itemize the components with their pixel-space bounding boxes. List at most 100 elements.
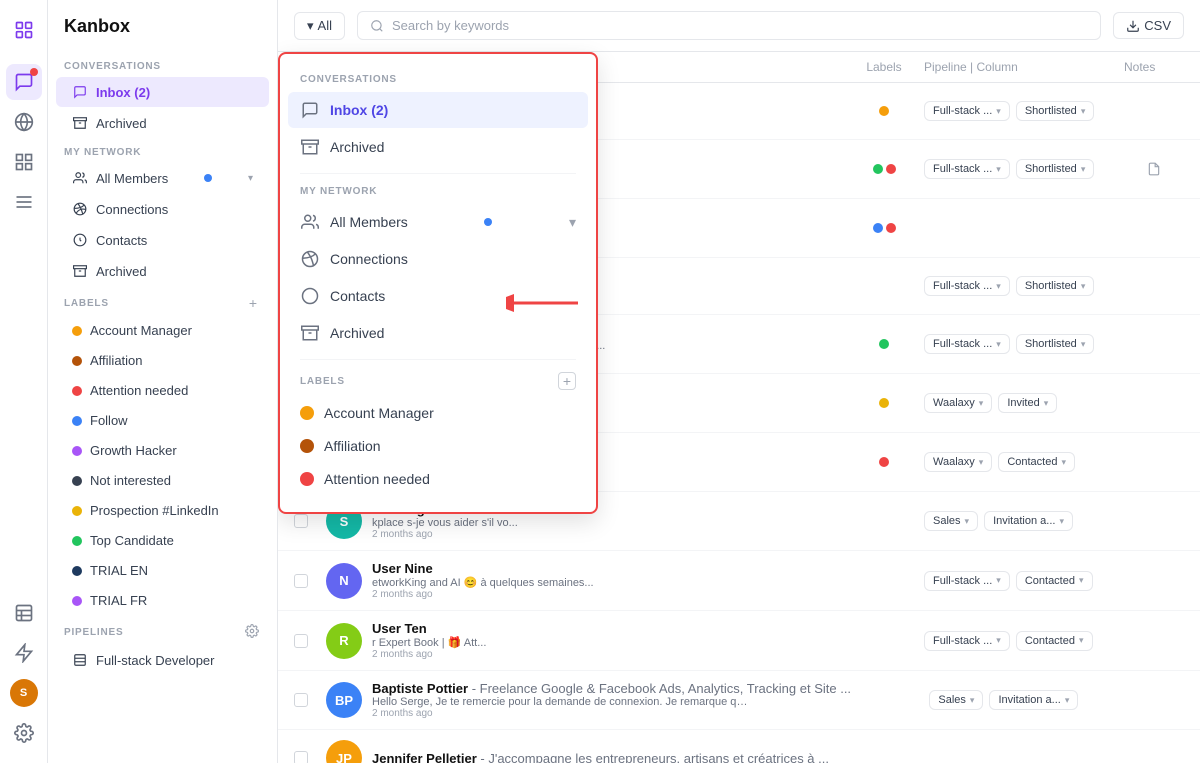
row-label-dot	[879, 398, 889, 408]
zap-icon-btn[interactable]	[6, 635, 42, 671]
pipelines-settings-icon[interactable]	[245, 624, 261, 640]
label-dot	[72, 326, 82, 336]
person-time: 2 months ago	[372, 589, 594, 600]
sidebar-label-item[interactable]: Growth Hacker	[56, 436, 269, 465]
table-icon-btn[interactable]	[6, 595, 42, 631]
person-name: User Ten	[372, 621, 486, 636]
status-arrow-icon: ▾	[1081, 106, 1086, 117]
messages-icon-btn[interactable]	[6, 64, 42, 100]
list-icon-btn[interactable]	[6, 184, 42, 220]
dd-label-item[interactable]: Attention needed	[288, 463, 588, 495]
row-checkbox[interactable]	[294, 634, 308, 648]
row-label-dot	[873, 164, 883, 174]
pipeline-select[interactable]: Full-stack ... ▾	[924, 571, 1010, 591]
pipelines-section-header: PIPELINES	[48, 616, 277, 644]
row-label-dot	[873, 223, 883, 233]
pipeline-select[interactable]: Full-stack ... ▾	[924, 334, 1010, 354]
globe-icon-btn[interactable]	[6, 104, 42, 140]
row-checkbox[interactable]	[294, 751, 308, 763]
pipeline-select[interactable]: Full-stack ... ▾	[924, 159, 1010, 179]
sidebar-label-item[interactable]: Prospection #LinkedIn	[56, 496, 269, 525]
all-members-icon	[72, 170, 88, 186]
table-row[interactable]: R User Ten r Expert Book | 🎁 Att... 2 mo…	[278, 611, 1200, 671]
settings-icon-btn[interactable]	[6, 715, 42, 751]
row-checkbox[interactable]	[294, 514, 308, 528]
sidebar-label-item[interactable]: Top Candidate	[56, 526, 269, 555]
dd-connections-item[interactable]: Connections	[288, 241, 588, 277]
status-select[interactable]: Invited ▾	[998, 393, 1057, 413]
pipeline-select[interactable]: Waalaxy ▾	[924, 452, 992, 472]
avatar-btn[interactable]: S	[6, 675, 42, 711]
brand-title: Kanbox	[48, 16, 277, 53]
table-row[interactable]: JP Jennifer Pelletier - J'accompagne les…	[278, 730, 1200, 763]
person-info: JP Jennifer Pelletier - J'accompagne les…	[326, 740, 844, 763]
sidebar-label-item[interactable]: Follow	[56, 406, 269, 435]
pipelines-section-label: PIPELINES	[64, 627, 123, 638]
pipeline-arrow-icon: ▾	[970, 695, 975, 706]
dd-add-label-btn[interactable]: +	[558, 372, 576, 390]
status-select[interactable]: Shortlisted ▾	[1016, 276, 1095, 296]
filter-all-btn[interactable]: ▾ All	[294, 12, 345, 40]
connections-icon	[72, 201, 88, 217]
person-info: R User Ten r Expert Book | 🎁 Att... 2 mo…	[326, 621, 844, 660]
sidebar-label-item[interactable]: TRIAL FR	[56, 586, 269, 615]
pipeline-label: Full-stack Developer	[96, 653, 215, 668]
status-select[interactable]: Contacted ▾	[998, 452, 1075, 472]
dd-label-dot	[300, 472, 314, 486]
pipeline-select[interactable]: Sales ▾	[929, 690, 983, 710]
row-checkbox[interactable]	[294, 574, 308, 588]
table-row[interactable]: BP Baptiste Pottier - Freelance Google &…	[278, 671, 1200, 730]
sidebar-label-item[interactable]: Not interested	[56, 466, 269, 495]
nav-connections[interactable]: Connections	[56, 194, 269, 224]
nav-fullstack-pipeline[interactable]: Full-stack Developer	[56, 645, 269, 675]
dd-label-item[interactable]: Account Manager	[288, 397, 588, 429]
search-bar[interactable]: Search by keywords	[357, 11, 1101, 40]
pipeline-col: Waalaxy ▾ Invited ▾	[924, 393, 1124, 413]
nav-archived-network[interactable]: Archived	[56, 256, 269, 286]
grid-icon-btn[interactable]	[6, 144, 42, 180]
status-arrow-icon: ▾	[1081, 339, 1086, 350]
pipeline-select[interactable]: Full-stack ... ▾	[924, 101, 1010, 121]
pipeline-col: Sales ▾ Invitation a... ▾	[924, 511, 1124, 531]
pipeline-select[interactable]: Sales ▾	[924, 511, 978, 531]
row-labels	[844, 164, 924, 174]
status-select[interactable]: Shortlisted ▾	[1016, 159, 1095, 179]
nav-inbox[interactable]: Inbox (2)	[56, 77, 269, 107]
status-select[interactable]: Invitation a... ▾	[984, 511, 1073, 531]
sidebar-label-item[interactable]: Affiliation	[56, 346, 269, 375]
logo-btn[interactable]	[6, 12, 42, 48]
row-checkbox[interactable]	[294, 693, 308, 707]
table-row[interactable]: N User Nine etworkKing and AI 😊 à quelqu…	[278, 551, 1200, 611]
labels-section-header: LABELS +	[48, 287, 277, 315]
row-label-dot	[886, 223, 896, 233]
pipeline-col: Full-stack ... ▾ Contacted ▾	[924, 571, 1124, 591]
pipeline-arrow-icon: ▾	[996, 164, 1001, 175]
connections-label: Connections	[96, 202, 168, 217]
pipeline-select[interactable]: Full-stack ... ▾	[924, 276, 1010, 296]
status-select[interactable]: Shortlisted ▾	[1016, 101, 1095, 121]
dd-archived-item[interactable]: Archived	[288, 129, 588, 165]
status-select[interactable]: Contacted ▾	[1016, 631, 1093, 651]
dd-all-members-item[interactable]: All Members ▾	[288, 204, 588, 240]
status-select[interactable]: Invitation a... ▾	[989, 690, 1078, 710]
nav-archived-conversations[interactable]: Archived	[56, 108, 269, 138]
person-desc: r Expert Book | 🎁 Att...	[372, 636, 486, 649]
nav-contacts[interactable]: Contacts	[56, 225, 269, 255]
dd-inbox-item[interactable]: Inbox (2)	[288, 92, 588, 128]
nav-all-members[interactable]: All Members ▾	[56, 163, 269, 193]
sidebar-label-item[interactable]: TRIAL EN	[56, 556, 269, 585]
dd-label-item[interactable]: Affiliation	[288, 430, 588, 462]
sidebar-label-item[interactable]: Account Manager	[56, 316, 269, 345]
dd-archived-network-item[interactable]: Archived	[288, 315, 588, 351]
pipeline-select[interactable]: Waalaxy ▾	[924, 393, 992, 413]
status-select[interactable]: Contacted ▾	[1016, 571, 1093, 591]
dd-contacts-item[interactable]: Contacts	[288, 278, 588, 314]
label-dot	[72, 566, 82, 576]
csv-export-btn[interactable]: CSV	[1113, 12, 1184, 39]
pipeline-select[interactable]: Full-stack ... ▾	[924, 631, 1010, 651]
pipeline-value: Full-stack ...	[933, 105, 992, 117]
status-select[interactable]: Shortlisted ▾	[1016, 334, 1095, 354]
sidebar-labels-list: Account Manager Affiliation Attention ne…	[48, 316, 277, 615]
sidebar-label-item[interactable]: Attention needed	[56, 376, 269, 405]
add-label-btn[interactable]: +	[245, 295, 261, 311]
